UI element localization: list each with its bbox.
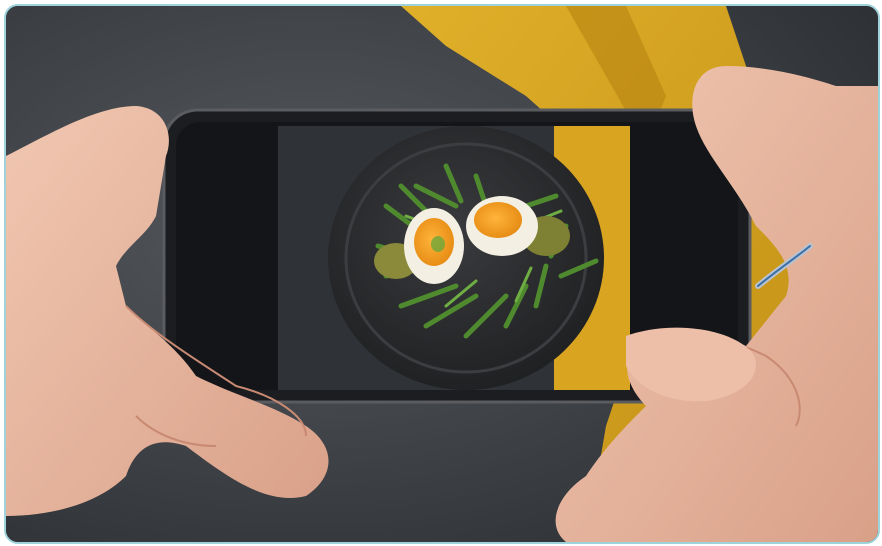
screen-photo: [278, 126, 630, 390]
photo-frame: [4, 4, 880, 544]
plate: [328, 126, 604, 390]
egg-left: [404, 208, 464, 284]
photo-scene: [6, 6, 878, 542]
egg-right: [466, 196, 538, 256]
